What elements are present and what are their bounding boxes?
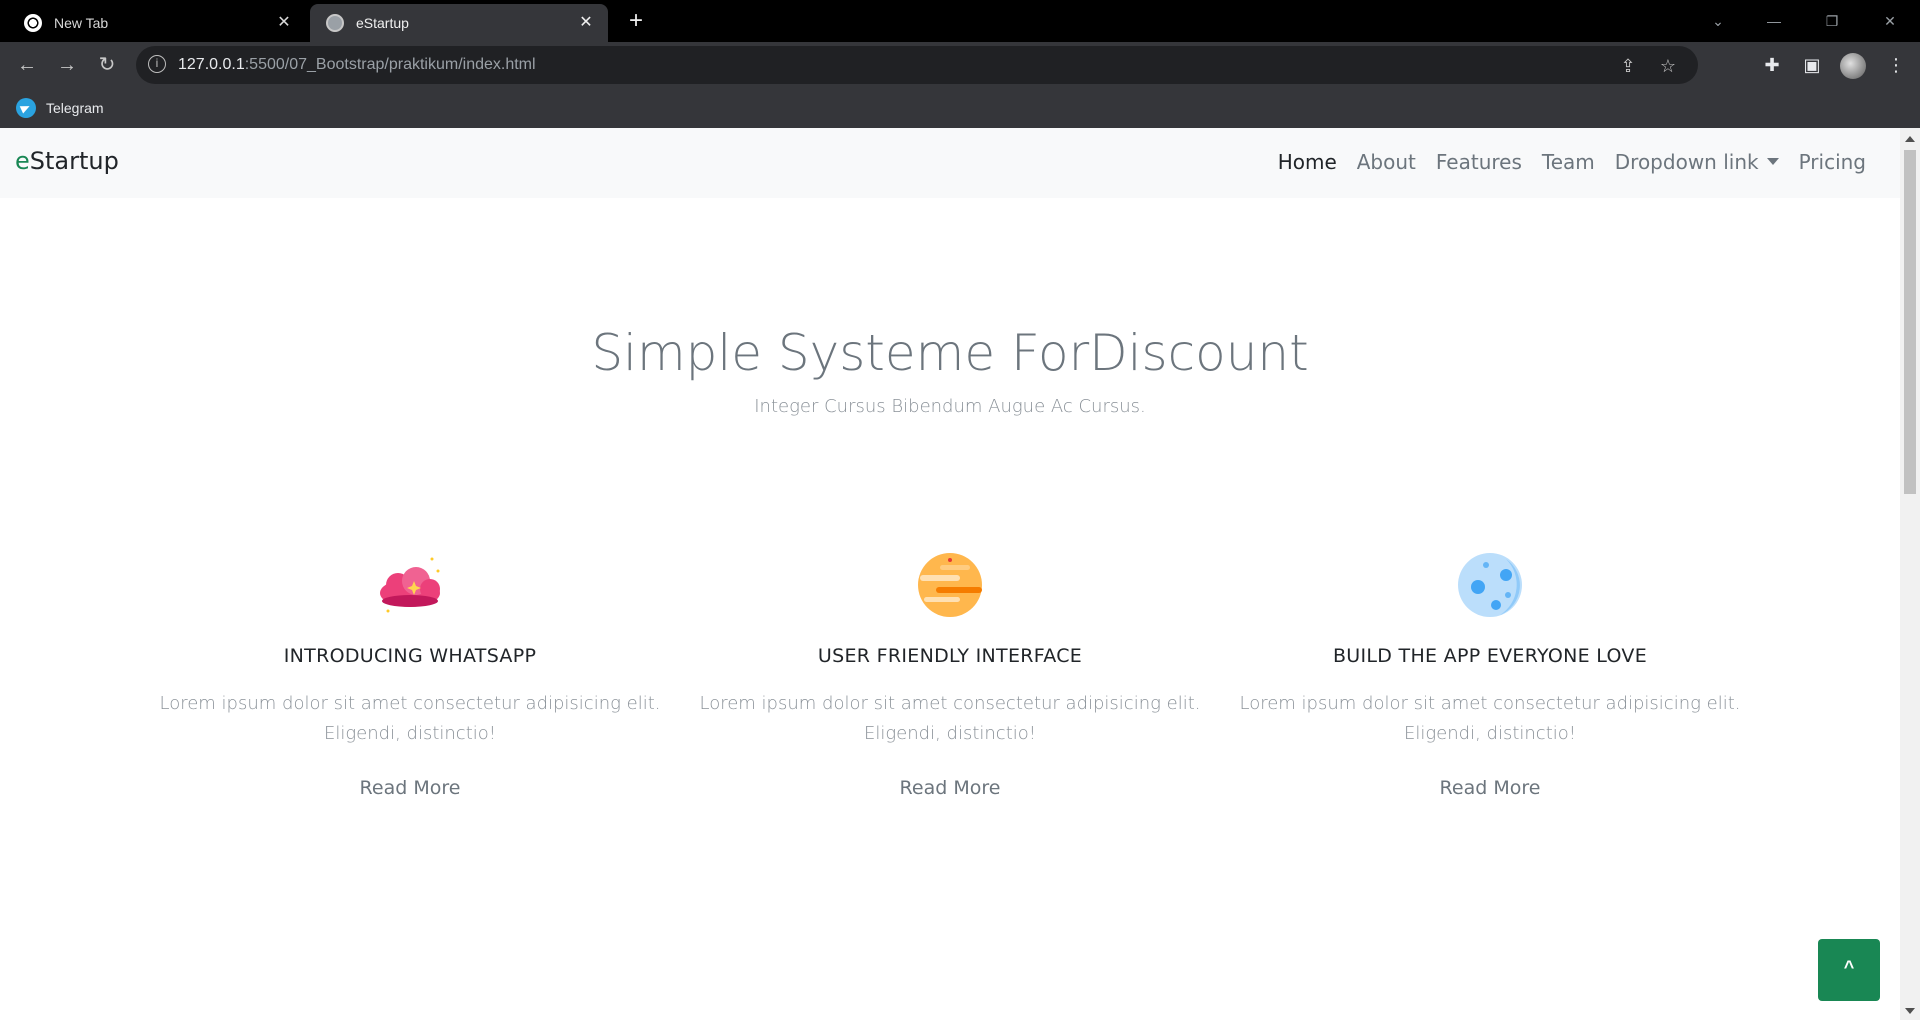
nav-link-home[interactable]: Home [1268, 150, 1347, 174]
bookmarks-bar: Telegram [0, 88, 1920, 128]
page-scrollbar[interactable] [1900, 128, 1920, 1020]
brand-logo[interactable]: eStartup [15, 147, 119, 175]
share-icon[interactable]: ⇪ [1616, 54, 1640, 78]
tab-new-tab[interactable]: New Tab ✕ [0, 4, 306, 42]
nav-link-dropdown[interactable]: Dropdown link [1605, 150, 1789, 174]
telegram-icon [16, 98, 36, 118]
browser-tab-bar: New Tab ✕ eStartup ✕ + ⌄ — ❐ ✕ [0, 0, 1920, 42]
feature-title: USER FRIENDLY INTERFACE [817, 645, 1083, 667]
blue-moon-icon [1450, 543, 1530, 623]
scroll-up-arrow-icon[interactable] [1905, 136, 1915, 142]
side-panel-icon[interactable]: ▣ [1798, 51, 1826, 79]
globe-icon [326, 14, 344, 32]
window-close-button[interactable]: ✕ [1868, 6, 1912, 36]
bookmark-label: Telegram [46, 100, 104, 116]
bookmark-telegram[interactable]: Telegram [16, 96, 104, 120]
feature-card: INTRODUCING WHATSAPP Lorem ipsum dolor s… [140, 543, 680, 799]
star-icon[interactable]: ☆ [1656, 54, 1680, 78]
nav-link-about[interactable]: About [1347, 150, 1426, 174]
caret-down-icon [1766, 158, 1779, 165]
hero-subtitle: Integer Cursus Bibendum Augue Ac Cursus. [754, 396, 1146, 417]
feature-text: Lorem ipsum dolor sit amet consectetur a… [699, 693, 1201, 744]
url-text[interactable]: 127.0.0.1:5500/07_Bootstrap/praktikum/in… [178, 56, 536, 74]
nav-link-features[interactable]: Features [1426, 150, 1532, 174]
extensions-icon[interactable]: ✚ [1758, 51, 1786, 79]
browser-toolbar: ← → ↻ i 127.0.0.1:5500/07_Bootstrap/prak… [0, 42, 1920, 88]
dropdown-label: Dropdown link [1614, 150, 1759, 174]
feature-card: BUILD THE APP EVERYONE LOVE Lorem ipsum … [1220, 543, 1760, 799]
feature-title: INTRODUCING WHATSAPP [283, 645, 537, 667]
address-bar[interactable]: i 127.0.0.1:5500/07_Bootstrap/praktikum/… [136, 46, 1698, 84]
hero-title: Simple Systeme ForDiscount [591, 324, 1309, 382]
close-icon[interactable]: ✕ [576, 13, 596, 33]
menu-icon[interactable]: ⋮ [1882, 51, 1910, 79]
back-to-top-button[interactable]: ^ [1818, 939, 1880, 1001]
page-viewport: eStartup Home About Features Team Dropdo… [0, 128, 1900, 1020]
nav-links: Home About Features Team Dropdown link P… [1268, 150, 1876, 174]
feature-card: USER FRIENDLY INTERFACE Lorem ipsum dolo… [680, 543, 1220, 799]
profile-avatar[interactable] [1840, 53, 1866, 79]
pink-cloud-icon [370, 543, 450, 623]
feature-text: Lorem ipsum dolor sit amet consectetur a… [1239, 693, 1741, 744]
site-navbar: eStartup Home About Features Team Dropdo… [0, 128, 1900, 198]
nav-link-pricing[interactable]: Pricing [1789, 150, 1876, 174]
scrollbar-thumb[interactable] [1904, 150, 1916, 494]
forward-arrow-icon[interactable]: → [52, 50, 82, 80]
nav-link-team[interactable]: Team [1532, 150, 1605, 174]
new-tab-button[interactable]: + [622, 8, 650, 36]
back-arrow-icon[interactable]: ← [12, 50, 42, 80]
read-more-link[interactable]: Read More [360, 777, 461, 799]
tab-title: eStartup [356, 15, 409, 31]
feature-text: Lorem ipsum dolor sit amet consectetur a… [159, 693, 661, 744]
minimize-button[interactable]: — [1752, 6, 1796, 36]
restore-button[interactable]: ❐ [1810, 6, 1854, 36]
tab-estartup[interactable]: eStartup ✕ [310, 4, 608, 42]
scroll-down-arrow-icon[interactable] [1905, 1008, 1915, 1014]
reload-icon[interactable]: ↻ [92, 50, 122, 80]
info-icon[interactable]: i [148, 55, 166, 73]
tab-search-icon[interactable]: ⌄ [1696, 6, 1740, 36]
chrome-icon [24, 14, 42, 32]
read-more-link[interactable]: Read More [900, 777, 1001, 799]
tab-title: New Tab [54, 15, 109, 31]
close-icon[interactable]: ✕ [274, 13, 294, 33]
feature-title: BUILD THE APP EVERYONE LOVE [1332, 645, 1648, 667]
read-more-link[interactable]: Read More [1440, 777, 1541, 799]
orange-planet-icon [910, 543, 990, 623]
